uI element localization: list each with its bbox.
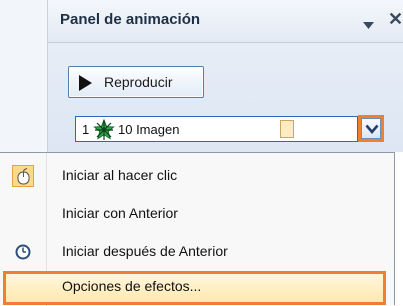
- pane-title: Panel de animación: [60, 11, 201, 28]
- green-star-entrance-icon: [93, 118, 115, 146]
- slide-pane-edge: [0, 0, 48, 152]
- animation-item-name: 10 Imagen: [118, 122, 180, 137]
- animation-item-dropdown-button[interactable]: [358, 115, 384, 142]
- menu-item-label: Iniciar al hacer clic: [62, 167, 178, 183]
- mouse-icon: [12, 165, 34, 187]
- animation-order-number: 1: [82, 122, 90, 137]
- menu-item-start-on-click[interactable]: Iniciar al hacer clic: [0, 157, 394, 193]
- menu-item-label: Iniciar después de Anterior: [62, 243, 228, 259]
- menu-item-label: Iniciar con Anterior: [62, 205, 178, 221]
- play-button[interactable]: Reproducir: [68, 66, 204, 98]
- animation-list-item[interactable]: 1 10 Imagen: [75, 116, 358, 142]
- animation-context-menu: Iniciar al hacer clic Iniciar con Anteri…: [0, 152, 395, 306]
- play-icon: [79, 75, 92, 91]
- clock-icon: [12, 241, 34, 263]
- chevron-down-icon: [365, 124, 379, 135]
- menu-item-label: Opciones de efectos...: [62, 278, 202, 294]
- timing-bar: [280, 120, 294, 138]
- triangle-down-icon[interactable]: [363, 17, 374, 35]
- menu-item-start-after-previous[interactable]: Iniciar después de Anterior: [0, 233, 394, 269]
- menu-item-start-with-previous[interactable]: Iniciar con Anterior: [0, 195, 394, 231]
- menu-item-effect-options[interactable]: Opciones de efectos...: [0, 269, 394, 305]
- close-icon[interactable]: ✕: [388, 9, 403, 30]
- play-button-label: Reproducir: [104, 74, 173, 90]
